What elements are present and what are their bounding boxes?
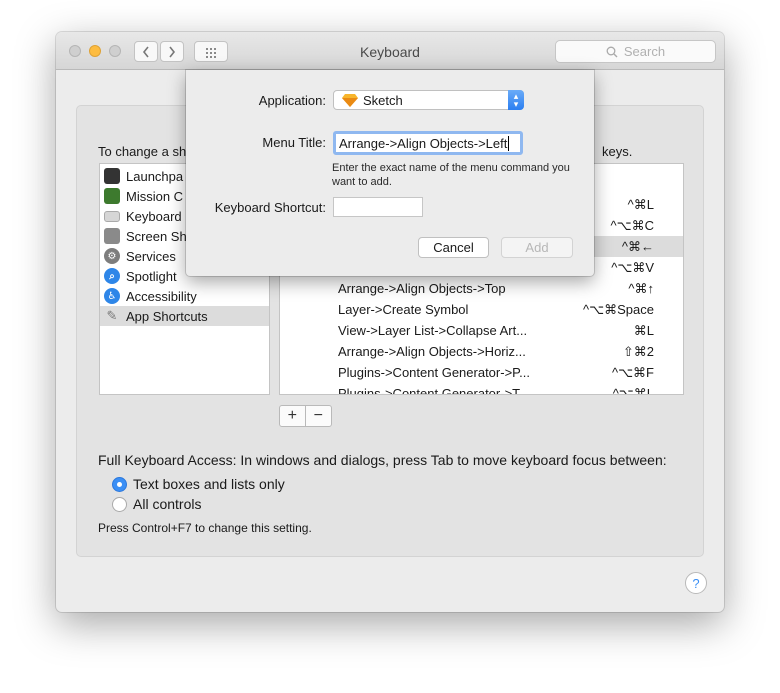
menu-title-label: Menu Title: [262, 135, 326, 150]
category-label: Screen Sh [126, 228, 187, 244]
shortcut-name: View->Layer List->Collapse Art... [338, 323, 528, 338]
shortcut-row[interactable]: Plugins->Content Generator->T... ^⌥⌘L [280, 383, 683, 395]
radio-all-controls[interactable]: All controls [112, 495, 201, 513]
shortcut-row[interactable]: Layer->Create Symbol ^⌥⌘Space [280, 299, 683, 320]
add-shortcut-sheet: Application: Sketch ▴ ▾ Menu Title: Arran… [186, 70, 594, 276]
mission-control-icon [104, 188, 120, 204]
application-popup[interactable]: Sketch ▴ ▾ [333, 90, 524, 110]
keyboard-shortcut-label: Keyboard Shortcut: [214, 200, 326, 215]
shortcut-row[interactable]: Arrange->Align Objects->Top ^⌘↑ [280, 278, 683, 299]
launchpad-icon [104, 168, 120, 184]
shortcut-name: Plugins->Content Generator->T... [338, 386, 530, 395]
shortcut-name: Layer->Create Symbol [338, 302, 469, 317]
keyboard-icon [104, 210, 120, 222]
shortcut-key: ^⌥⌘F [611, 364, 654, 380]
shortcut-key: ⇧⌘2 [622, 343, 654, 359]
shortcut-key: ^⌥⌘L [612, 385, 654, 395]
shortcut-key: ^⌘↑ [628, 280, 654, 296]
instructions-text-start: To change a sh [98, 144, 187, 159]
menu-title-input[interactable]: Arrange->Align Objects->Left [333, 131, 523, 155]
shortcut-key: ^⌘L [627, 196, 654, 212]
keyboard-access-note: Press Control+F7 to change this setting. [98, 521, 312, 535]
radio-text-boxes[interactable]: Text boxes and lists only [112, 475, 285, 493]
help-button[interactable]: ? [685, 572, 707, 594]
app-shortcuts-icon: ✎ [106, 308, 118, 323]
search-icon [606, 46, 618, 57]
category-label: Accessibility [126, 288, 197, 304]
category-label: Services [126, 248, 176, 264]
add-shortcut-button[interactable]: + [280, 406, 306, 426]
search-placeholder: Search [623, 44, 666, 59]
category-label: App Shortcuts [126, 308, 208, 324]
category-app-shortcuts[interactable]: ✎ App Shortcuts [100, 306, 269, 326]
category-label: Launchpa [126, 168, 184, 184]
sketch-diamond-icon [342, 94, 358, 107]
shortcut-key: ^⌥⌘C [610, 217, 654, 233]
shortcut-key: ^⌥⌘Space [583, 301, 654, 317]
radio-button-selected[interactable] [112, 476, 127, 492]
add-button[interactable]: Add [501, 237, 573, 258]
shortcut-key: ^⌘← [621, 238, 654, 254]
category-label: Spotlight [126, 268, 177, 284]
instructions-text-end: keys. [602, 144, 633, 159]
cancel-button[interactable]: Cancel [418, 237, 489, 258]
radio-button[interactable] [112, 496, 127, 512]
category-label: Mission C [126, 188, 184, 204]
keyboard-shortcut-input[interactable] [333, 197, 423, 217]
shortcut-key: ^⌥⌘V [611, 259, 654, 275]
shortcut-name: Arrange->Align Objects->Horiz... [338, 344, 526, 359]
radio-label: Text boxes and lists only [133, 476, 285, 492]
chevron-up-down-icon: ▴ ▾ [508, 90, 524, 110]
remove-shortcut-button[interactable]: − [306, 406, 331, 426]
shortcut-name: Plugins->Content Generator->P... [338, 365, 530, 380]
menu-title-value: Arrange->Align Objects->Left [339, 135, 508, 151]
shortcut-row[interactable]: View->Layer List->Collapse Art... ⌘L [280, 320, 683, 341]
search-field[interactable]: Search [555, 40, 716, 63]
gear-icon: ⚙ [104, 248, 120, 264]
shortcut-row[interactable]: Plugins->Content Generator->P... ^⌥⌘F [280, 362, 683, 383]
camera-icon [104, 228, 120, 244]
application-label: Application: [258, 93, 326, 108]
accessibility-icon: ♿ [104, 288, 120, 304]
application-value: Sketch [363, 92, 403, 108]
category-accessibility[interactable]: ♿ Accessibility [100, 286, 269, 306]
menu-title-help-text: Enter the exact name of the menu command… [332, 162, 570, 188]
shortcut-key: ⌘L [633, 322, 654, 338]
spotlight-icon: ⌕ [104, 268, 120, 284]
add-remove-control: + − [279, 405, 332, 427]
title-bar: Keyboard Search [56, 32, 724, 70]
shortcut-row[interactable]: Arrange->Align Objects->Horiz... ⇧⌘2 [280, 341, 683, 362]
shortcut-name: Arrange->Align Objects->Top [338, 281, 506, 296]
radio-label: All controls [133, 496, 202, 512]
text-cursor [508, 135, 510, 151]
category-label: Keyboard [126, 208, 182, 224]
keyboard-access-label: Full Keyboard Access: In windows and dia… [98, 452, 667, 468]
